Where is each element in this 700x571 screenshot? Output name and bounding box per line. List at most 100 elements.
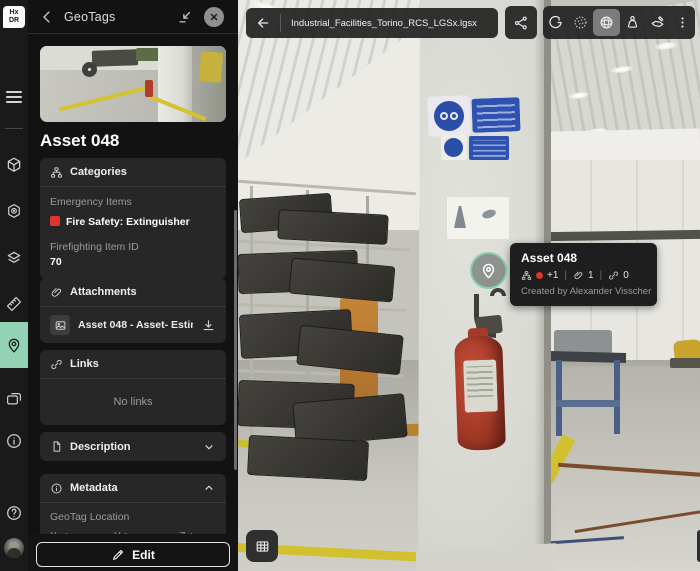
description-card: Description — [40, 432, 226, 461]
download-icon[interactable] — [201, 318, 216, 333]
info-icon[interactable] — [4, 431, 24, 451]
chevron-up-icon[interactable] — [202, 481, 216, 495]
hxdr-logo-line1: Hx — [3, 9, 25, 17]
categories-header-label: Categories — [70, 166, 127, 178]
description-header[interactable]: Description — [40, 432, 226, 461]
scene-sign-text-blue — [471, 97, 520, 133]
nav-rail: Hx DR — [0, 0, 28, 571]
tooltip-link-icon — [608, 270, 619, 281]
edit-button[interactable]: Edit — [36, 542, 230, 567]
metadata-info-icon — [50, 482, 63, 495]
tooltip-separator: | — [562, 270, 569, 281]
panel-bottom-bar: Edit — [28, 534, 238, 571]
tooltip-category-extra: +1 — [547, 270, 558, 281]
back-icon[interactable] — [38, 8, 56, 26]
scene-sign-shoe-text — [469, 136, 509, 160]
walkthrough-pegman-button[interactable] — [621, 11, 645, 35]
tooltip-category-dot — [536, 272, 543, 279]
panel-title: GeoTags — [64, 10, 115, 24]
category-item-label: Fire Safety: Extinguisher — [66, 216, 190, 228]
edit-button-label: Edit — [132, 548, 155, 562]
thumb-extinguisher — [145, 80, 153, 97]
scene-sign-instructions — [446, 196, 510, 240]
user-avatar[interactable] — [4, 538, 24, 558]
geotag-location-label: GeoTag Location — [50, 511, 216, 523]
measure-ruler-icon[interactable] — [4, 294, 24, 314]
file-bar: Industrial_Facilities_Torino_RCS_LGSx.lg… — [246, 8, 498, 38]
help-icon[interactable] — [4, 503, 24, 523]
tooltip-created-by: Created by Alexander Visscher — [521, 286, 646, 297]
scene-bench-leg — [556, 360, 562, 436]
attachment-row[interactable]: Asset 048 - Asset- Estintore ... — [40, 307, 226, 343]
paperclip-icon — [50, 286, 63, 299]
hxdr-logo[interactable]: Hx DR — [3, 6, 25, 28]
tooltip-link-count: 0 — [623, 270, 629, 281]
textured-mesh-view-button[interactable] — [593, 9, 620, 36]
scene-extinguisher-label — [463, 359, 498, 412]
metadata-header[interactable]: Metadata — [40, 474, 226, 503]
scene-sign-shoe — [444, 138, 463, 157]
attachments-header[interactable]: Attachments — [40, 278, 226, 307]
table-view-button[interactable] — [246, 530, 278, 562]
menu-icon[interactable] — [6, 91, 22, 103]
close-icon[interactable] — [204, 7, 224, 27]
back-arrow-icon[interactable] — [246, 8, 280, 38]
projects-cube-icon[interactable] — [4, 155, 24, 175]
link-icon — [50, 358, 63, 371]
view-toolbar — [543, 6, 695, 39]
categories-header[interactable]: Categories — [40, 158, 226, 187]
geotag-marker[interactable] — [470, 252, 507, 289]
links-header[interactable]: Links — [40, 350, 226, 379]
panel-scrollbar[interactable] — [234, 210, 237, 470]
attachment-name: Asset 048 - Asset- Estintore ... — [78, 319, 193, 331]
scene-bench-leg — [614, 360, 620, 434]
thumb-shelf-yellow — [199, 51, 223, 82]
pointcloud-view-button[interactable] — [568, 11, 592, 35]
app-root: Hx DR — [0, 0, 700, 571]
scene-rack-part — [289, 258, 396, 303]
geotag-panel: GeoTags Asset 048 — [28, 0, 238, 571]
category-color-swatch — [50, 216, 60, 226]
image-file-icon — [50, 315, 70, 335]
thumb-floor-line — [59, 84, 153, 111]
category-group-label: Emergency Items — [50, 196, 216, 208]
scene-sign-goggles — [434, 101, 464, 131]
geotags-pin-icon — [4, 335, 24, 355]
asset-title: Asset 048 — [40, 131, 119, 151]
category-item[interactable]: Fire Safety: Extinguisher — [50, 212, 216, 230]
geotags-pin-selected[interactable] — [0, 322, 28, 368]
capture-360-icon[interactable] — [4, 201, 24, 221]
tooltip-meta-row: +1 | 1 | 0 — [521, 270, 646, 281]
metadata-header-label: Metadata — [70, 482, 118, 494]
collapse-icon[interactable] — [176, 8, 194, 26]
asset-tooltip[interactable]: Asset 048 +1 | 1 | 0 Created by Alexande… — [510, 243, 657, 306]
scene-yellow-equipment-base — [670, 358, 700, 368]
file-name: Industrial_Facilities_Torino_RCS_LGSx.lg… — [281, 18, 487, 29]
links-card: Links No links — [40, 350, 226, 425]
firefighting-id-value: 70 — [50, 256, 216, 268]
scene-rack-part — [247, 435, 369, 481]
orbit-view-button[interactable] — [544, 11, 568, 35]
thumb-rack — [92, 49, 139, 67]
collections-icon[interactable] — [4, 389, 24, 409]
chevron-down-icon[interactable] — [202, 440, 216, 454]
categories-card: Categories Emergency Items Fire Safety: … — [40, 158, 226, 279]
thumb-scan-target-dot — [88, 68, 91, 71]
layers-icon[interactable] — [4, 248, 24, 268]
description-header-label: Description — [70, 441, 131, 453]
more-options-kebab[interactable] — [670, 11, 694, 35]
viewport-3d[interactable]: Asset 048 +1 | 1 | 0 Created by Alexande… — [238, 0, 700, 571]
geotag-thumbnail[interactable] — [40, 46, 226, 122]
pencil-icon — [111, 548, 125, 562]
scene-sign-goggles-lens — [440, 112, 448, 120]
links-header-label: Links — [70, 358, 99, 370]
attachments-card: Attachments Asset 048 - Asset- Estintore… — [40, 278, 226, 343]
mesh-edit-button[interactable] — [646, 11, 670, 35]
attachments-header-label: Attachments — [70, 286, 137, 298]
scene-bench-shelf — [556, 400, 620, 407]
firefighting-id-label: Firefighting Item ID — [50, 241, 216, 253]
panel-header: GeoTags — [28, 0, 238, 34]
share-button[interactable] — [505, 6, 537, 39]
categories-icon — [50, 166, 63, 179]
rail-divider — [5, 128, 23, 129]
